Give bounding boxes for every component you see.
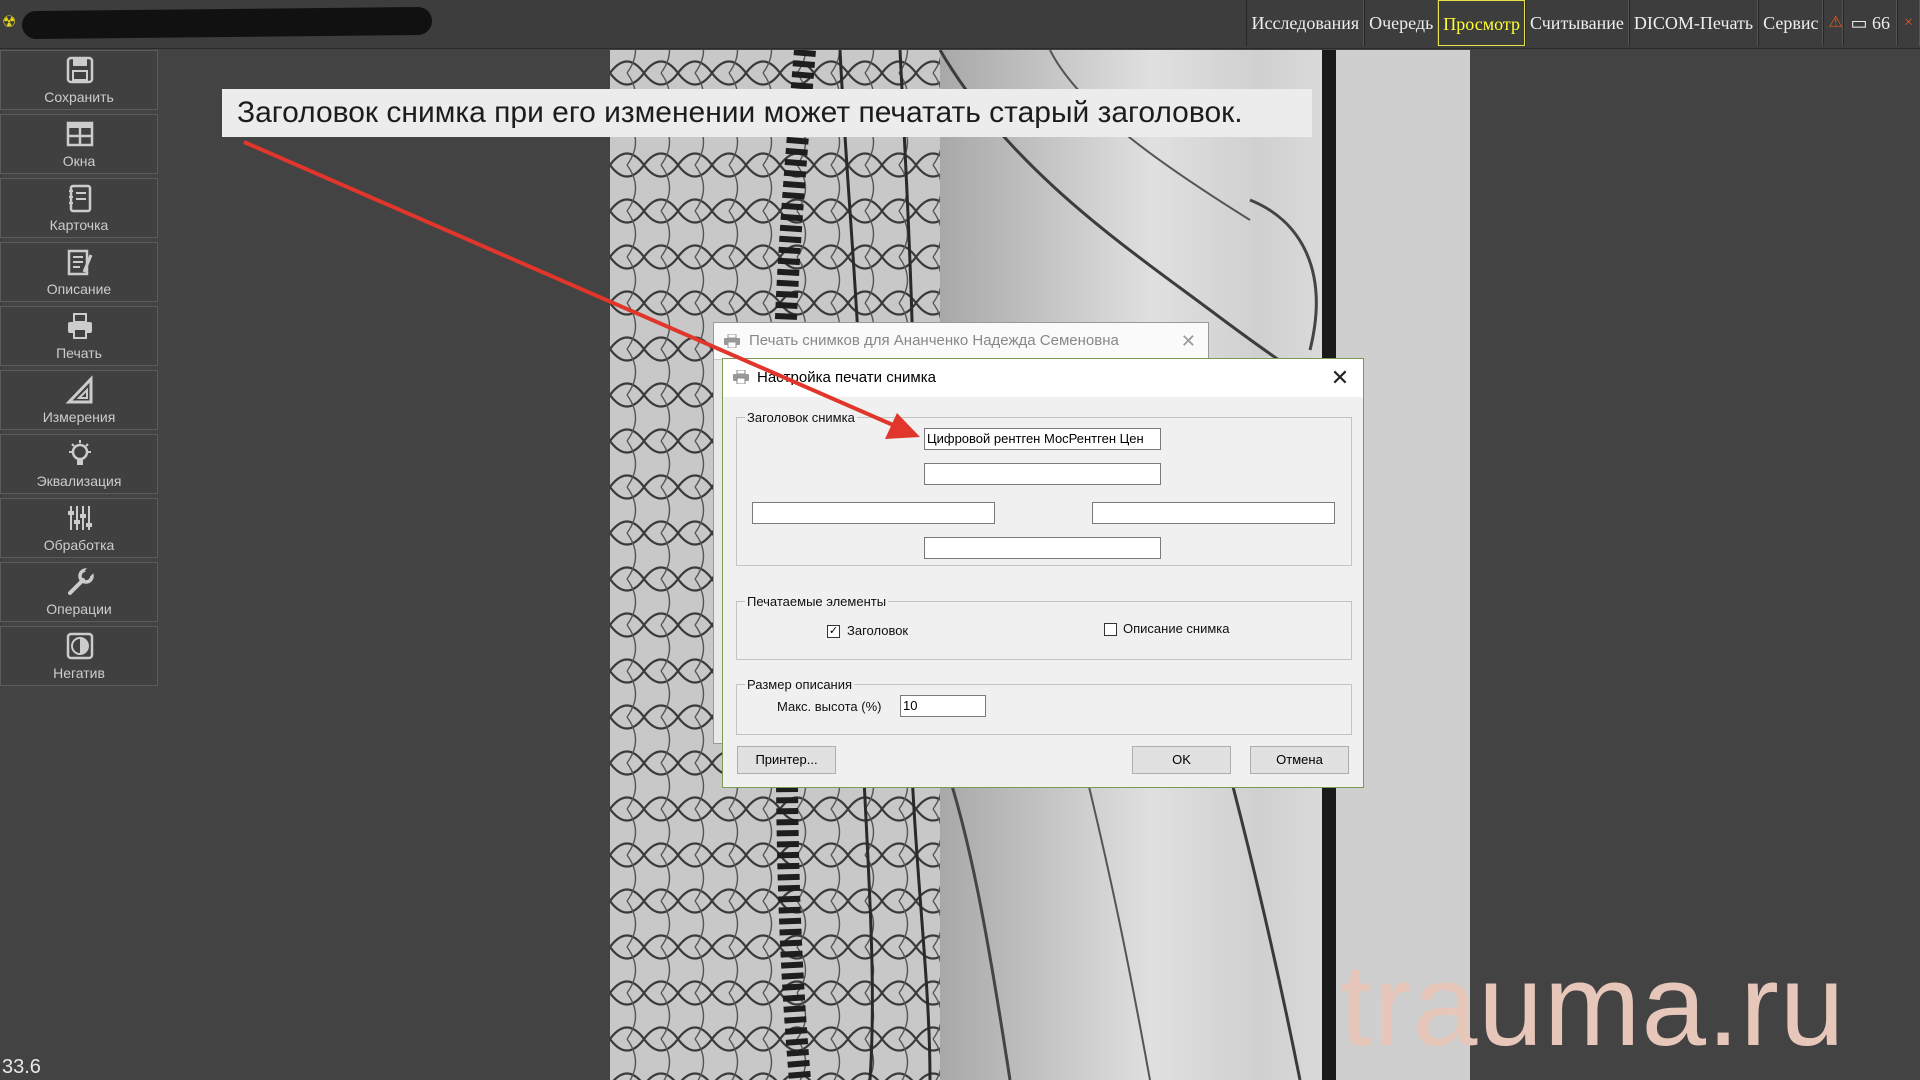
measurements-label: Измерения — [42, 409, 116, 425]
card-button[interactable]: Карточка — [0, 178, 158, 238]
dialog-title: Настройка печати снимка — [757, 369, 936, 386]
tab-studies[interactable]: Исследования — [1246, 0, 1365, 46]
description-size-legend: Размер описания — [747, 677, 853, 692]
warning-icon[interactable]: ⚠ — [1823, 0, 1844, 46]
equalization-label: Эквализация — [36, 473, 122, 489]
close-icon[interactable]: ✕ — [1325, 359, 1355, 397]
sliders-icon — [68, 506, 92, 530]
wrench-icon — [68, 567, 94, 595]
negative-label: Негатив — [53, 665, 105, 681]
storage-count: 66 — [1871, 13, 1890, 33]
main-nav: Исследования Очередь Просмотр Считывание… — [1246, 0, 1920, 48]
storage-indicator[interactable]: ▭ 66 — [1843, 0, 1897, 46]
print-settings-dialog-titlebar: Настройка печати снимка ✕ — [723, 359, 1363, 397]
redacted-title — [21, 6, 433, 40]
windows-grid-icon — [66, 121, 94, 147]
printer-icon — [724, 334, 740, 348]
ok-button[interactable]: OK — [1132, 746, 1231, 774]
header-checkbox-label: Заголовок — [847, 623, 909, 638]
close-icon[interactable]: ✕ — [1181, 323, 1196, 359]
tab-queue[interactable]: Очередь — [1364, 0, 1439, 46]
description-checkbox-label: Описание снимка — [1123, 621, 1230, 636]
header-field-right[interactable] — [1092, 502, 1335, 524]
measurements-button[interactable]: Измерения — [0, 370, 158, 430]
max-height-label: Макс. высота (%) — [777, 699, 882, 714]
ruler-triangle-icon — [65, 375, 93, 404]
windows-button[interactable]: Окна — [0, 114, 158, 174]
header-field-2[interactable] — [924, 463, 1161, 485]
description-checkbox[interactable] — [1104, 623, 1117, 636]
tab-dicom-print[interactable]: DICOM-Печать — [1628, 0, 1759, 46]
document-edit-icon — [67, 249, 93, 276]
header-field-top[interactable]: Цифровой рентген МосРентген Цен — [924, 428, 1161, 450]
header-checkbox[interactable]: ✓ — [827, 625, 840, 638]
tab-reading[interactable]: Считывание — [1524, 0, 1629, 46]
processing-button[interactable]: Обработка — [0, 498, 158, 558]
save-label: Сохранить — [44, 89, 114, 105]
print-settings-dialog: Настройка печати снимка ✕ Заголовок сним… — [722, 358, 1364, 788]
storage-icon: ▭ — [1850, 13, 1868, 33]
bulb-icon — [69, 440, 91, 465]
operations-label: Операции — [46, 601, 112, 617]
description-button[interactable]: Описание — [0, 242, 158, 302]
max-height-input[interactable]: 10 — [900, 695, 986, 717]
print-images-dialog-title-text: Печать снимков для Ананченко Надежда Сем… — [749, 332, 1119, 349]
card-label: Карточка — [49, 217, 109, 233]
tab-service[interactable]: Сервис — [1758, 0, 1824, 46]
print-label: Печать — [56, 345, 102, 361]
processing-label: Обработка — [43, 537, 115, 553]
header-field-left[interactable] — [752, 502, 995, 524]
description-label: Описание — [46, 281, 112, 297]
printer-button[interactable]: Принтер... — [737, 746, 836, 774]
header-field-bottom[interactable] — [924, 537, 1161, 559]
windows-label: Окна — [62, 153, 96, 169]
printer-icon — [733, 370, 749, 384]
print-images-dialog-title: Печать снимков для Ананченко Надежда Сем… — [714, 323, 1208, 360]
zoom-readout: 33.6 — [2, 1056, 41, 1078]
tab-view[interactable]: Просмотр — [1438, 0, 1525, 46]
watermark: trauma.ru — [1340, 940, 1846, 1070]
cancel-button[interactable]: Отмена — [1250, 746, 1349, 774]
annotation-callout: Заголовок снимка при его изменении может… — [222, 89, 1312, 137]
negative-button[interactable]: Негатив — [0, 626, 158, 686]
printer-icon — [68, 313, 92, 339]
negative-icon — [66, 632, 94, 660]
save-icon — [66, 56, 94, 84]
print-button[interactable]: Печать — [0, 306, 158, 366]
top-bar: ☢ Исследования Очередь Просмотр Считыван… — [0, 0, 1920, 49]
operations-button[interactable]: Операции — [0, 562, 158, 622]
radiation-icon[interactable]: ☢ — [2, 14, 20, 32]
printed-elements-legend: Печатаемые элементы — [747, 594, 887, 609]
notebook-icon — [69, 184, 92, 213]
image-header-legend: Заголовок снимка — [747, 410, 855, 425]
close-icon[interactable]: × — [1896, 0, 1920, 46]
equalization-button[interactable]: Эквализация — [0, 434, 158, 494]
save-button[interactable]: Сохранить — [0, 50, 158, 110]
left-toolbar: Сохранить Окна Карточка Описание Печать … — [0, 50, 161, 690]
